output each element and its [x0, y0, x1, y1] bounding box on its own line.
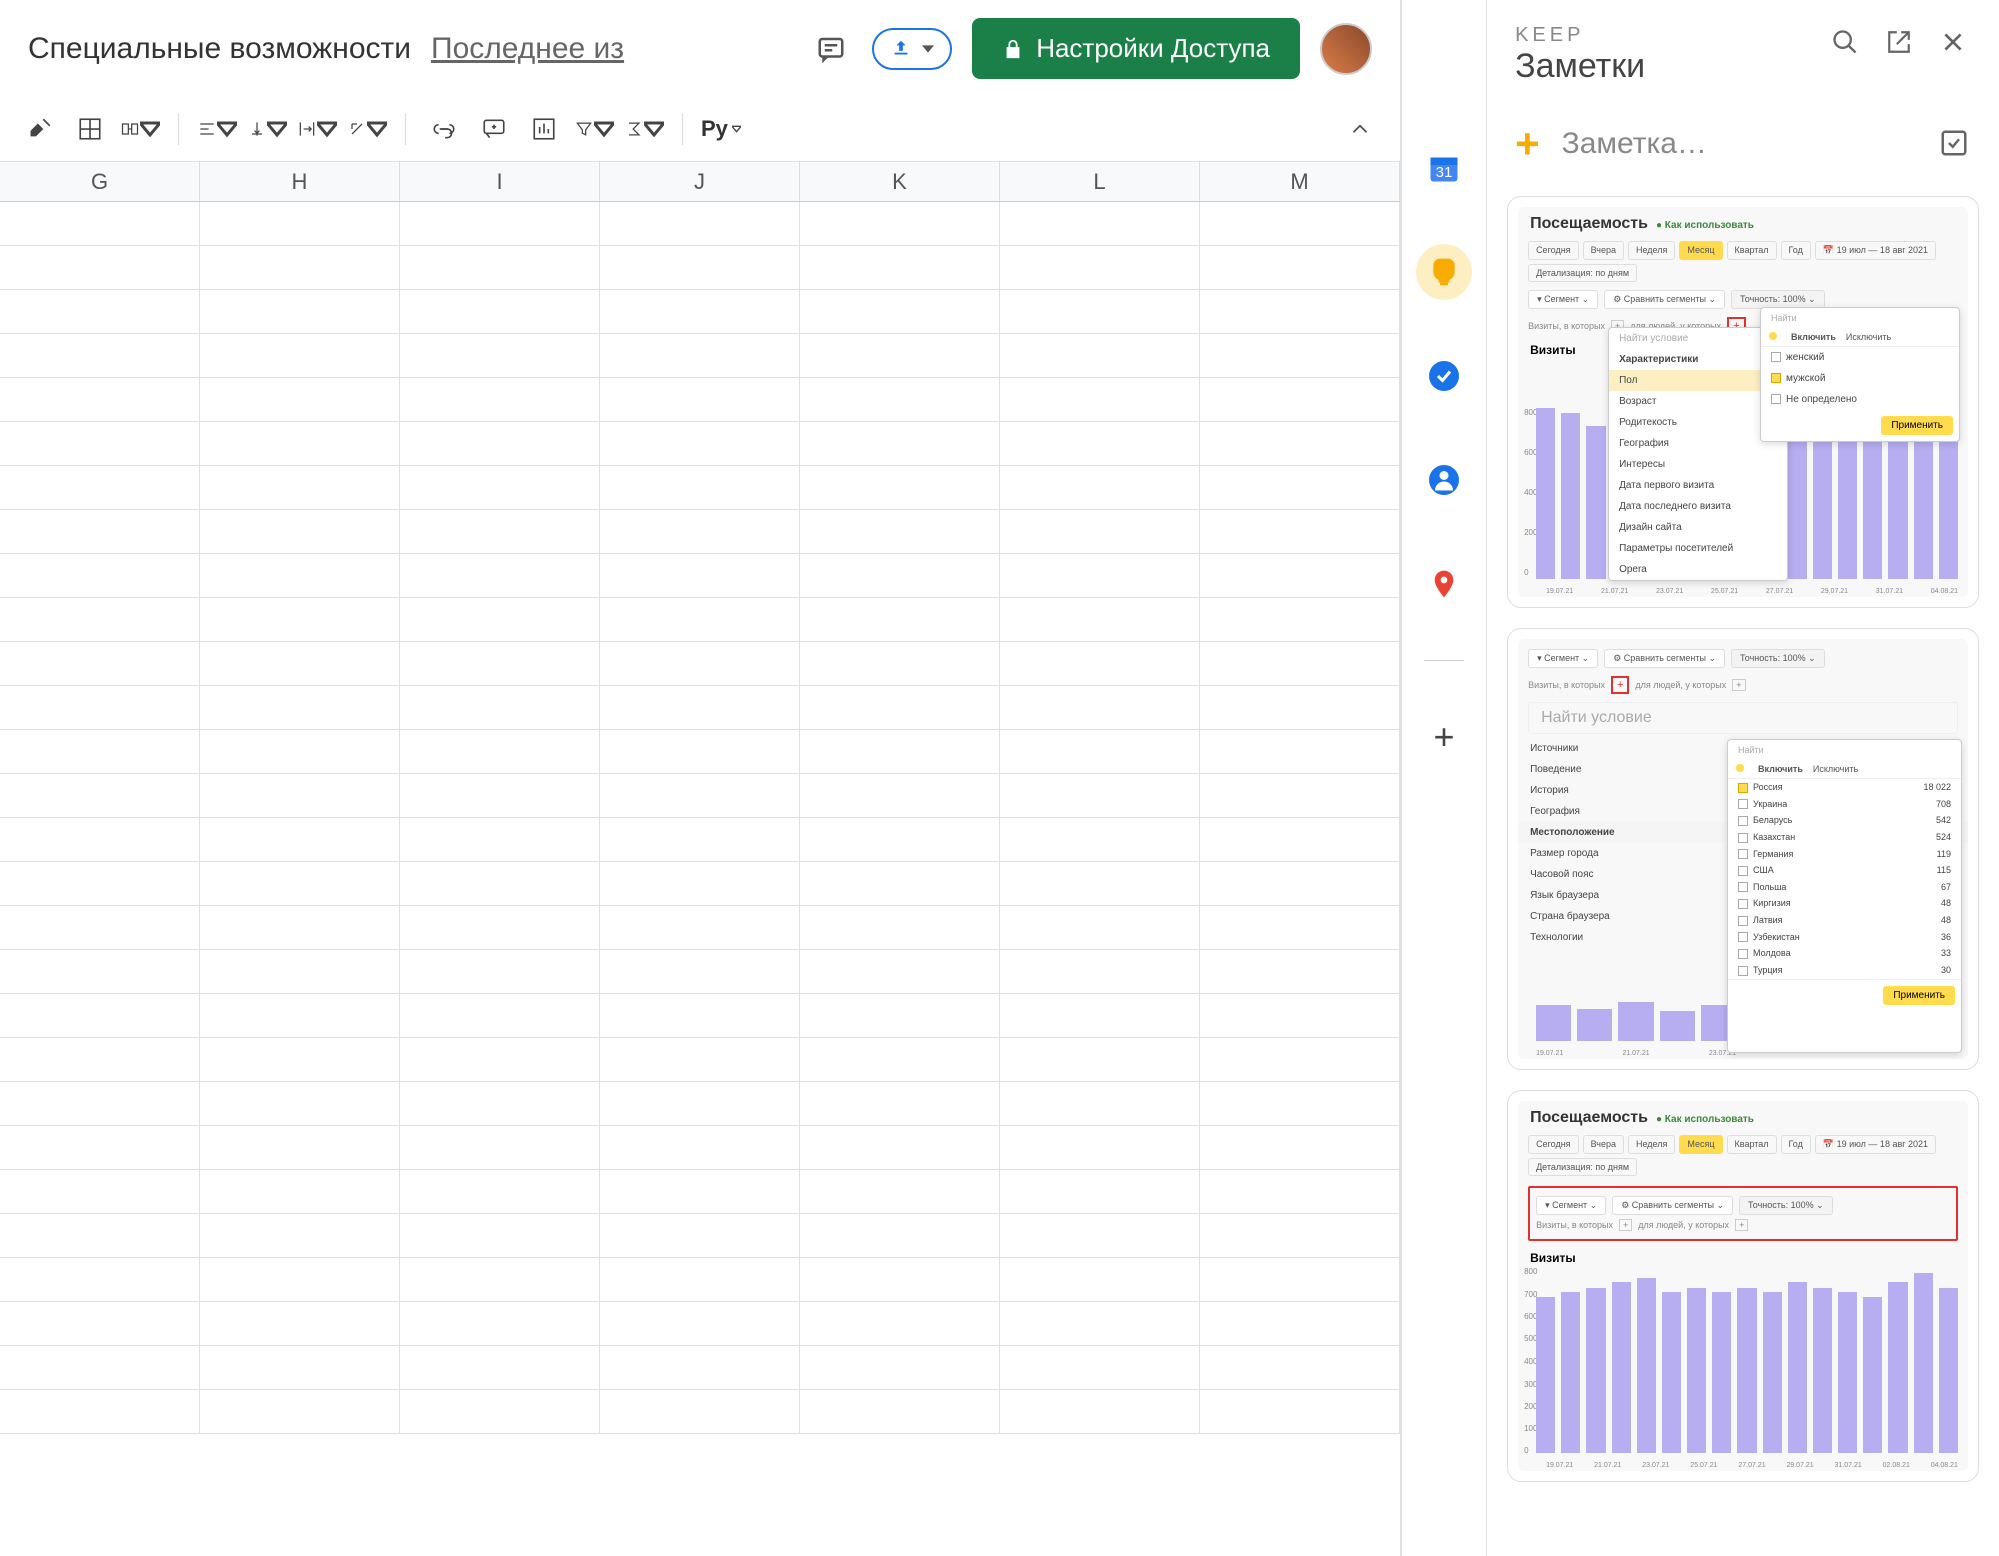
keep-title: Заметки	[1515, 47, 1809, 86]
col-header[interactable]: H	[200, 162, 400, 201]
spreadsheet-grid[interactable]: G H I J K L M	[0, 162, 1400, 1556]
side-panel-rail: 31 +	[1401, 0, 1486, 1556]
new-note-placeholder: Заметка…	[1562, 127, 1917, 161]
svg-text:31: 31	[1436, 164, 1453, 181]
new-list-icon[interactable]	[1939, 128, 1971, 160]
contacts-addon-icon[interactable]	[1416, 452, 1472, 508]
insert-comment-icon[interactable]	[474, 109, 514, 149]
col-header[interactable]: J	[600, 162, 800, 201]
share-button-label: Настройки Доступа	[1036, 33, 1270, 64]
notes-list[interactable]: Посещаемость● Как использовать Сегодня В…	[1487, 186, 1999, 1556]
horizontal-align-icon[interactable]	[197, 109, 237, 149]
toolbar: Ру	[0, 97, 1400, 162]
vertical-align-icon[interactable]	[247, 109, 287, 149]
sheets-main: Специальные возможности Последнее из Нас…	[0, 0, 1401, 1556]
note-image-attendance-overview: Посещаемость● Как использовать Сегодня В…	[1518, 1101, 1968, 1471]
keep-addon-icon[interactable]	[1416, 244, 1472, 300]
menubar: Специальные возможности Последнее из Нас…	[0, 0, 1400, 97]
borders-icon[interactable]	[70, 109, 110, 149]
paint-format-icon[interactable]	[20, 109, 60, 149]
keep-brand: KEEP	[1515, 24, 1809, 47]
note-card-3[interactable]: Посещаемость● Как использовать Сегодня В…	[1507, 1090, 1979, 1482]
filter-icon[interactable]	[574, 109, 614, 149]
note-card-2[interactable]: ▾ Сегмент ⌄ ⚙ Сравнить сегменты ⌄ Точнос…	[1507, 628, 1979, 1070]
share-button[interactable]: Настройки Доступа	[972, 18, 1300, 79]
note-card-1[interactable]: Посещаемость● Как использовать Сегодня В…	[1507, 196, 1979, 608]
present-dropdown[interactable]	[872, 28, 952, 70]
avatar[interactable]	[1320, 23, 1372, 75]
insert-link-icon[interactable]	[424, 109, 464, 149]
search-icon[interactable]	[1827, 24, 1863, 60]
plus-icon: +	[1515, 120, 1540, 168]
keep-panel: KEEP Заметки + Заметка… Посещаемость● Ка…	[1486, 0, 1999, 1556]
merge-cells-icon[interactable]	[120, 109, 160, 149]
note-image-attendance-filter: Посещаемость● Как использовать Сегодня В…	[1518, 207, 1968, 597]
text-wrap-icon[interactable]	[297, 109, 337, 149]
open-in-new-icon[interactable]	[1881, 24, 1917, 60]
col-header[interactable]: K	[800, 162, 1000, 201]
insert-chart-icon[interactable]	[524, 109, 564, 149]
menu-history[interactable]: Последнее из	[431, 32, 624, 66]
text-rotation-icon[interactable]	[347, 109, 387, 149]
tasks-addon-icon[interactable]	[1416, 348, 1472, 404]
comment-history-icon[interactable]	[810, 28, 852, 70]
col-header[interactable]: M	[1200, 162, 1400, 201]
collapse-toolbar-icon[interactable]	[1340, 109, 1380, 149]
col-header[interactable]: L	[1000, 162, 1200, 201]
col-header[interactable]: I	[400, 162, 600, 201]
keep-header: KEEP Заметки	[1487, 0, 1999, 102]
language-mode-icon[interactable]: Ру	[701, 109, 741, 149]
functions-icon[interactable]	[624, 109, 664, 149]
note-image-geography-filter: ▾ Сегмент ⌄ ⚙ Сравнить сегменты ⌄ Точнос…	[1518, 639, 1968, 1059]
close-icon[interactable]	[1935, 24, 1971, 60]
new-note-row[interactable]: + Заметка…	[1487, 102, 1999, 186]
col-header[interactable]: G	[0, 162, 200, 201]
maps-addon-icon[interactable]	[1416, 556, 1472, 612]
column-headers: G H I J K L M	[0, 162, 1400, 202]
add-addon-icon[interactable]: +	[1416, 709, 1472, 765]
menu-accessibility[interactable]: Специальные возможности	[28, 32, 411, 66]
calendar-addon-icon[interactable]: 31	[1416, 140, 1472, 196]
